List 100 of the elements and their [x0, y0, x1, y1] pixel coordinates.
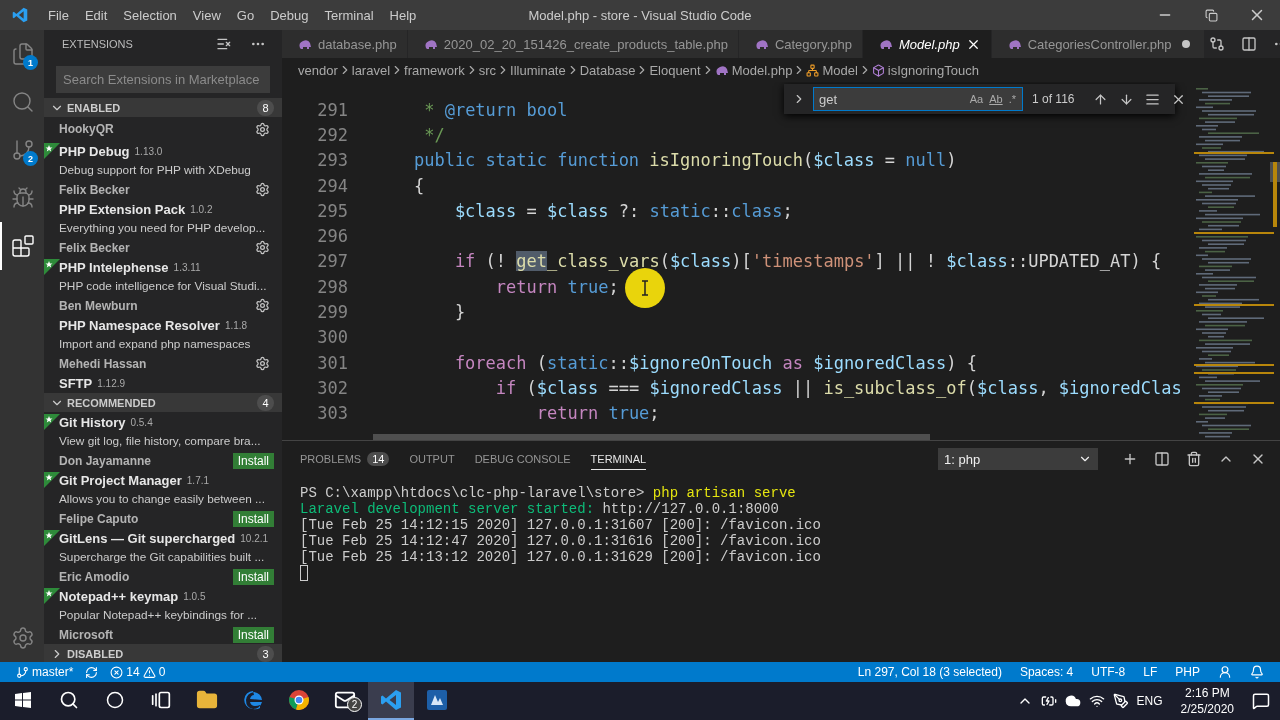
editor-tab[interactable]: database.php: [282, 30, 408, 58]
clock-date[interactable]: 2/25/2020: [1180, 701, 1234, 717]
breadcrumb-item[interactable]: laravel: [351, 62, 391, 78]
status-item[interactable]: LF: [1137, 665, 1164, 679]
breadcrumb-item[interactable]: Eloquent: [649, 62, 701, 78]
activity-bar-item[interactable]: 1: [0, 30, 44, 78]
breadcrumb-item[interactable]: framework: [404, 62, 465, 78]
code-line: return true;: [535, 403, 660, 424]
menu-item[interactable]: Edit: [76, 0, 116, 30]
status-item[interactable]: Ln 297, Col 18 (3 selected): [851, 665, 1008, 679]
line-number: 303: [316, 403, 349, 424]
search-field[interactable]: Search Extensions in Marketplace: [56, 66, 270, 93]
find-option-toggle[interactable]: Aa: [966, 93, 987, 105]
restore-icon[interactable]: [1204, 8, 1218, 22]
terminal-line: Laravel development server started: http://127.0.0.1:8000: [300, 501, 780, 517]
section-header[interactable]: ENABLED 8: [44, 98, 282, 117]
code-editor-icon: [380, 689, 402, 711]
menu-item[interactable]: Debug: [262, 0, 317, 30]
extension-version: 1.0.5: [183, 590, 206, 602]
extension-name: Notepad++ keymap: [59, 588, 179, 604]
folder-icon: [196, 689, 218, 711]
terminal-select[interactable]: 1: php: [938, 448, 1098, 470]
bell-icon[interactable]: [1250, 665, 1264, 679]
editor-tab[interactable]: Model.php: [863, 30, 992, 58]
branch-status[interactable]: master*: [10, 665, 80, 679]
error-icon[interactable]: [110, 665, 124, 679]
app-icon: [426, 689, 448, 711]
extension-name: PHP Intelephense: [59, 259, 169, 275]
browser-icon: [242, 689, 264, 711]
clock-time[interactable]: 2:16 PM: [1184, 685, 1230, 701]
menu-item[interactable]: Go: [228, 0, 263, 30]
extension-publisher: Felipe Caputo: [59, 511, 139, 526]
app-logo-icon: [12, 7, 28, 23]
find-option-toggle[interactable]: Ab: [986, 93, 1006, 105]
extension-version: 1.12.9: [97, 377, 126, 389]
activity-bar-item[interactable]: 2: [0, 126, 44, 174]
breadcrumb-item[interactable]: Model: [806, 62, 858, 78]
line-number: 295: [316, 200, 349, 221]
windows-logo-icon[interactable]: [15, 692, 31, 708]
code-line: if ($class === $ignoredClass || is_subclass_of($class, $ignoredClas: [494, 377, 1182, 398]
extension-publisher: HookyQR: [59, 122, 114, 136]
install-button[interactable]: Install: [232, 626, 274, 643]
status-item[interactable]: PHP: [1169, 665, 1206, 679]
code-line: */: [423, 124, 445, 145]
status-item[interactable]: Spaces: 4: [1013, 665, 1080, 679]
breadcrumb-item[interactable]: Database: [579, 62, 636, 78]
install-button[interactable]: Install: [232, 510, 274, 527]
error-count[interactable]: 14: [126, 665, 140, 679]
elephant-icon: [423, 38, 438, 50]
notifications-icon[interactable]: [1252, 692, 1270, 710]
menu-item[interactable]: View: [184, 0, 229, 30]
menu-item[interactable]: Terminal: [316, 0, 382, 30]
sync-icon[interactable]: [85, 665, 99, 679]
gear-icon[interactable]: [11, 626, 35, 650]
terminal-line: [Tue Feb 25 14:12:15 2020] 127.0.0.1:31607 [200]: /favicon.ico: [300, 517, 822, 533]
panel-tab[interactable]: DEBUG CONSOLE: [474, 448, 571, 470]
taskbar-app[interactable]: 2: [322, 682, 368, 720]
count-badge: 2: [23, 151, 38, 166]
breadcrumb-item[interactable]: vendor: [298, 62, 338, 78]
battery-icon[interactable]: [1040, 693, 1057, 709]
section-header[interactable]: DISABLED 3: [44, 644, 282, 662]
branch-icon: [16, 665, 29, 679]
breadcrumb-item[interactable]: Illuminate: [510, 62, 566, 78]
install-button[interactable]: Install: [232, 452, 274, 469]
code-line: return true;: [494, 276, 619, 297]
breadcrumb-item[interactable]: src: [478, 62, 497, 78]
section-title: RECOMMENDED: [67, 396, 157, 409]
search-icon: [59, 690, 79, 710]
wifi-icon[interactable]: [1088, 693, 1105, 709]
warning-count[interactable]: 0: [158, 665, 166, 679]
editor-tab[interactable]: Category.php: [738, 30, 863, 58]
panel-tab[interactable]: PROBLEMS 14: [300, 447, 390, 471]
code-line: }: [453, 302, 466, 322]
panel-tab[interactable]: OUTPUT: [409, 448, 455, 470]
cloud-icon[interactable]: [1064, 693, 1081, 709]
line-number: 301: [316, 352, 349, 373]
editor-tab[interactable]: 2020_02_20_151426_create_products_table.php: [407, 30, 739, 58]
menu-item[interactable]: Selection: [115, 0, 185, 30]
section-header[interactable]: RECOMMENDED 4: [44, 393, 282, 412]
find-option-toggle[interactable]: .*: [1005, 93, 1019, 105]
line-number: 300: [316, 327, 349, 348]
breadcrumb-item[interactable]: Model.php: [714, 62, 793, 78]
editor-tab[interactable]: CategoriesController.php: [991, 30, 1205, 58]
install-button[interactable]: Install: [232, 568, 274, 585]
menu-item[interactable]: File: [40, 0, 77, 30]
breadcrumb-item[interactable]: isIgnoringTouch: [871, 62, 979, 78]
task-view-icon: [151, 690, 171, 710]
pen-icon[interactable]: [1112, 693, 1129, 709]
extension-publisher: Don Jayamanne: [59, 453, 152, 468]
extension-version: 1.3.11: [173, 261, 201, 273]
scrollbar-thumb[interactable]: [373, 434, 930, 440]
menu-item[interactable]: Help: [381, 0, 425, 30]
panel-tab[interactable]: TERMINAL: [590, 448, 647, 470]
language-indicator[interactable]: ENG: [1136, 694, 1163, 708]
warning-icon[interactable]: [142, 665, 156, 679]
person-icon[interactable]: [1218, 665, 1232, 679]
find-field[interactable]: get Aa Ab .*: [813, 87, 1023, 111]
count-badge: 3: [257, 645, 274, 662]
extension-description: Allows you to change easily between ...: [59, 491, 265, 508]
status-item[interactable]: UTF-8: [1085, 665, 1132, 679]
